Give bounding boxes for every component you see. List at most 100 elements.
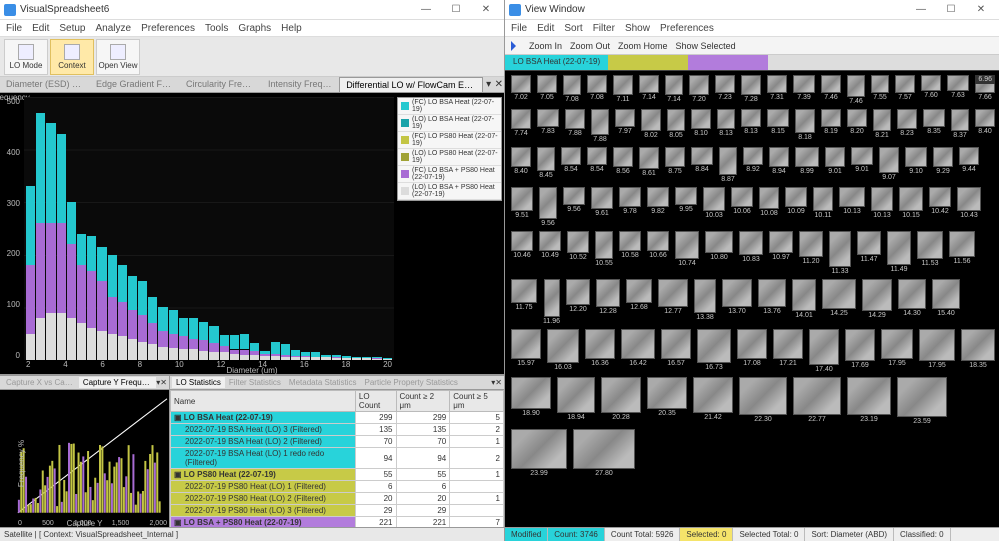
thumbnail[interactable]: 27.80: [573, 429, 635, 477]
thumbnail[interactable]: 8.13: [741, 109, 761, 143]
menu-file[interactable]: File: [6, 23, 22, 34]
thumbnail[interactable]: 7.08: [587, 75, 607, 105]
thumbnail[interactable]: 17.95: [881, 329, 913, 373]
thumbnail[interactable]: 9.10: [905, 147, 927, 183]
lowerright-tab[interactable]: Filter Statistics: [225, 377, 285, 388]
thumbnail[interactable]: 7.46: [821, 75, 841, 105]
thumbnail[interactable]: 8.23: [897, 109, 917, 143]
thumbnail[interactable]: 12.28: [596, 279, 620, 325]
toolbtn-lo-mode[interactable]: LO Mode: [4, 39, 48, 75]
thumbnail[interactable]: 10.80: [705, 231, 733, 275]
thumbnail[interactable]: 7.23: [715, 75, 735, 105]
thumbnail[interactable]: 7.83: [537, 109, 559, 143]
menu-sort[interactable]: Sort: [564, 23, 582, 34]
thumbnail[interactable]: 12.20: [566, 279, 590, 325]
thumbnail[interactable]: 20.28: [601, 377, 641, 425]
lowerright-tab[interactable]: Particle Property Statistics: [361, 377, 462, 388]
thumbnail[interactable]: 8.56: [613, 147, 633, 183]
thumbnail[interactable]: 8.87: [719, 147, 737, 183]
thumbnail[interactable]: 18.35: [961, 329, 995, 373]
tab-dropdown-icon[interactable]: ▾: [483, 77, 493, 92]
thumbnail[interactable]: 11.33: [829, 231, 851, 275]
chart-plot[interactable]: [24, 97, 394, 360]
thumbnail[interactable]: 11.47: [857, 231, 881, 275]
thumbnail[interactable]: 10.58: [619, 231, 641, 275]
table-row[interactable]: ▣ LO BSA Heat (22-07-19)2992995: [171, 412, 504, 424]
thumbnail[interactable]: 12.77: [658, 279, 688, 325]
thumbnail[interactable]: 10.09: [785, 187, 807, 227]
tab-close-icon[interactable]: ✕: [160, 378, 167, 387]
thumbnail[interactable]: 7.88: [565, 109, 585, 143]
thumbnail[interactable]: 10.97: [769, 231, 793, 275]
thumbnail[interactable]: 10.11: [813, 187, 833, 227]
menu-tools[interactable]: Tools: [205, 23, 228, 34]
toolbtn-open-view[interactable]: Open View: [96, 39, 140, 75]
thumbnail[interactable]: 7.20: [689, 75, 709, 105]
thumbnail[interactable]: 10.15: [899, 187, 923, 227]
thumbnail[interactable]: 8.05: [667, 109, 685, 143]
thumbnail[interactable]: 8.18: [795, 109, 815, 143]
thumbnail[interactable]: 11.49: [887, 231, 911, 275]
thumbnail[interactable]: 7.11: [613, 75, 633, 105]
thumbnail[interactable]: 8.75: [665, 147, 685, 183]
thumbnail[interactable]: 23.59: [897, 377, 947, 425]
thumbnail[interactable]: 8.21: [873, 109, 891, 143]
legend-item[interactable]: (LO) LO BSA + PS80 Heat (22-07-19): [398, 183, 501, 200]
menu-show[interactable]: Show: [625, 23, 650, 34]
thumbnail[interactable]: 7.88: [591, 109, 609, 143]
thumbnail[interactable]: 9.82: [647, 187, 669, 227]
thumbnail[interactable]: 16.42: [621, 329, 655, 373]
thumbnail[interactable]: 10.46: [511, 231, 533, 275]
thumbnail[interactable]: 13.38: [694, 279, 716, 325]
zoom-home-button[interactable]: Zoom Home: [618, 41, 668, 51]
table-row[interactable]: ▣ LO BSA + PS80 Heat (22-07-19)2212217: [171, 517, 504, 528]
lowerright-tab[interactable]: Metadata Statistics: [285, 377, 361, 388]
thumbnail[interactable]: 9.07: [879, 147, 899, 183]
thumbnail[interactable]: 10.52: [567, 231, 589, 275]
thumbnail[interactable]: 12.68: [626, 279, 652, 325]
thumbnail[interactable]: 22.77: [793, 377, 841, 425]
thumbnail[interactable]: 15.40: [932, 279, 960, 325]
thumbnail[interactable]: 9.01: [825, 147, 845, 183]
thumbnail[interactable]: 9.29: [933, 147, 953, 183]
thumbnail[interactable]: 8.10: [691, 109, 711, 143]
thumbnail[interactable]: 7.74: [511, 109, 531, 143]
thumbnail[interactable]: 10.74: [675, 231, 699, 275]
thumbnail[interactable]: 7.28: [741, 75, 761, 105]
thumbnail[interactable]: 8.99: [795, 147, 819, 183]
thumbnail[interactable]: 7.08: [563, 75, 581, 105]
legend-item[interactable]: (FC) LO PS80 Heat (22-07-19): [398, 132, 501, 149]
thumbnail[interactable]: 23.19: [847, 377, 891, 425]
thumbnail[interactable]: 8.13: [717, 109, 735, 143]
thumbnail[interactable]: 11.75: [511, 279, 537, 325]
thumbnail[interactable]: 18.90: [511, 377, 551, 425]
thumbnail[interactable]: 23.99: [511, 429, 567, 477]
thumbnail[interactable]: 8.92: [743, 147, 763, 183]
thumbnail[interactable]: 14.01: [792, 279, 816, 325]
table-header[interactable]: LO Count: [355, 391, 396, 412]
legend-item[interactable]: (LO) LO BSA Heat (22-07-19): [398, 115, 501, 132]
chart-tab[interactable]: Intensity Frequency %: [262, 77, 339, 92]
table-row[interactable]: ▣ LO PS80 Heat (22-07-19)55551: [171, 469, 504, 481]
thumbnail[interactable]: 10.49: [539, 231, 561, 275]
menu-edit[interactable]: Edit: [32, 23, 49, 34]
table-header[interactable]: Name: [171, 391, 356, 412]
menu-setup[interactable]: Setup: [59, 23, 85, 34]
thumbnail[interactable]: 14.25: [822, 279, 856, 325]
thumbnail[interactable]: 10.03: [703, 187, 725, 227]
zoom-out-button[interactable]: Zoom Out: [570, 41, 610, 51]
legend-item[interactable]: (FC) LO BSA Heat (22-07-19): [398, 98, 501, 115]
pointer-icon[interactable]: [511, 41, 521, 51]
thumbnail[interactable]: 15.97: [511, 329, 541, 373]
table-row[interactable]: 2022-07-19 BSA Heat (LO) 3 (Filtered)135…: [171, 424, 504, 436]
thumbnail[interactable]: 8.15: [767, 109, 789, 143]
thumbnail[interactable]: 20.35: [647, 377, 687, 425]
thumbnail[interactable]: 9.51: [511, 187, 533, 227]
maximize-button[interactable]: ☐: [937, 2, 965, 18]
thumbnail[interactable]: 11.20: [799, 231, 823, 275]
thumbnail[interactable]: 11.96: [543, 279, 560, 325]
thumbnail[interactable]: 16.57: [661, 329, 691, 373]
thumbnail[interactable]: 8.20: [847, 109, 867, 143]
close-button[interactable]: ✕: [967, 2, 995, 18]
thumbnail[interactable]: 7.63: [947, 75, 969, 105]
